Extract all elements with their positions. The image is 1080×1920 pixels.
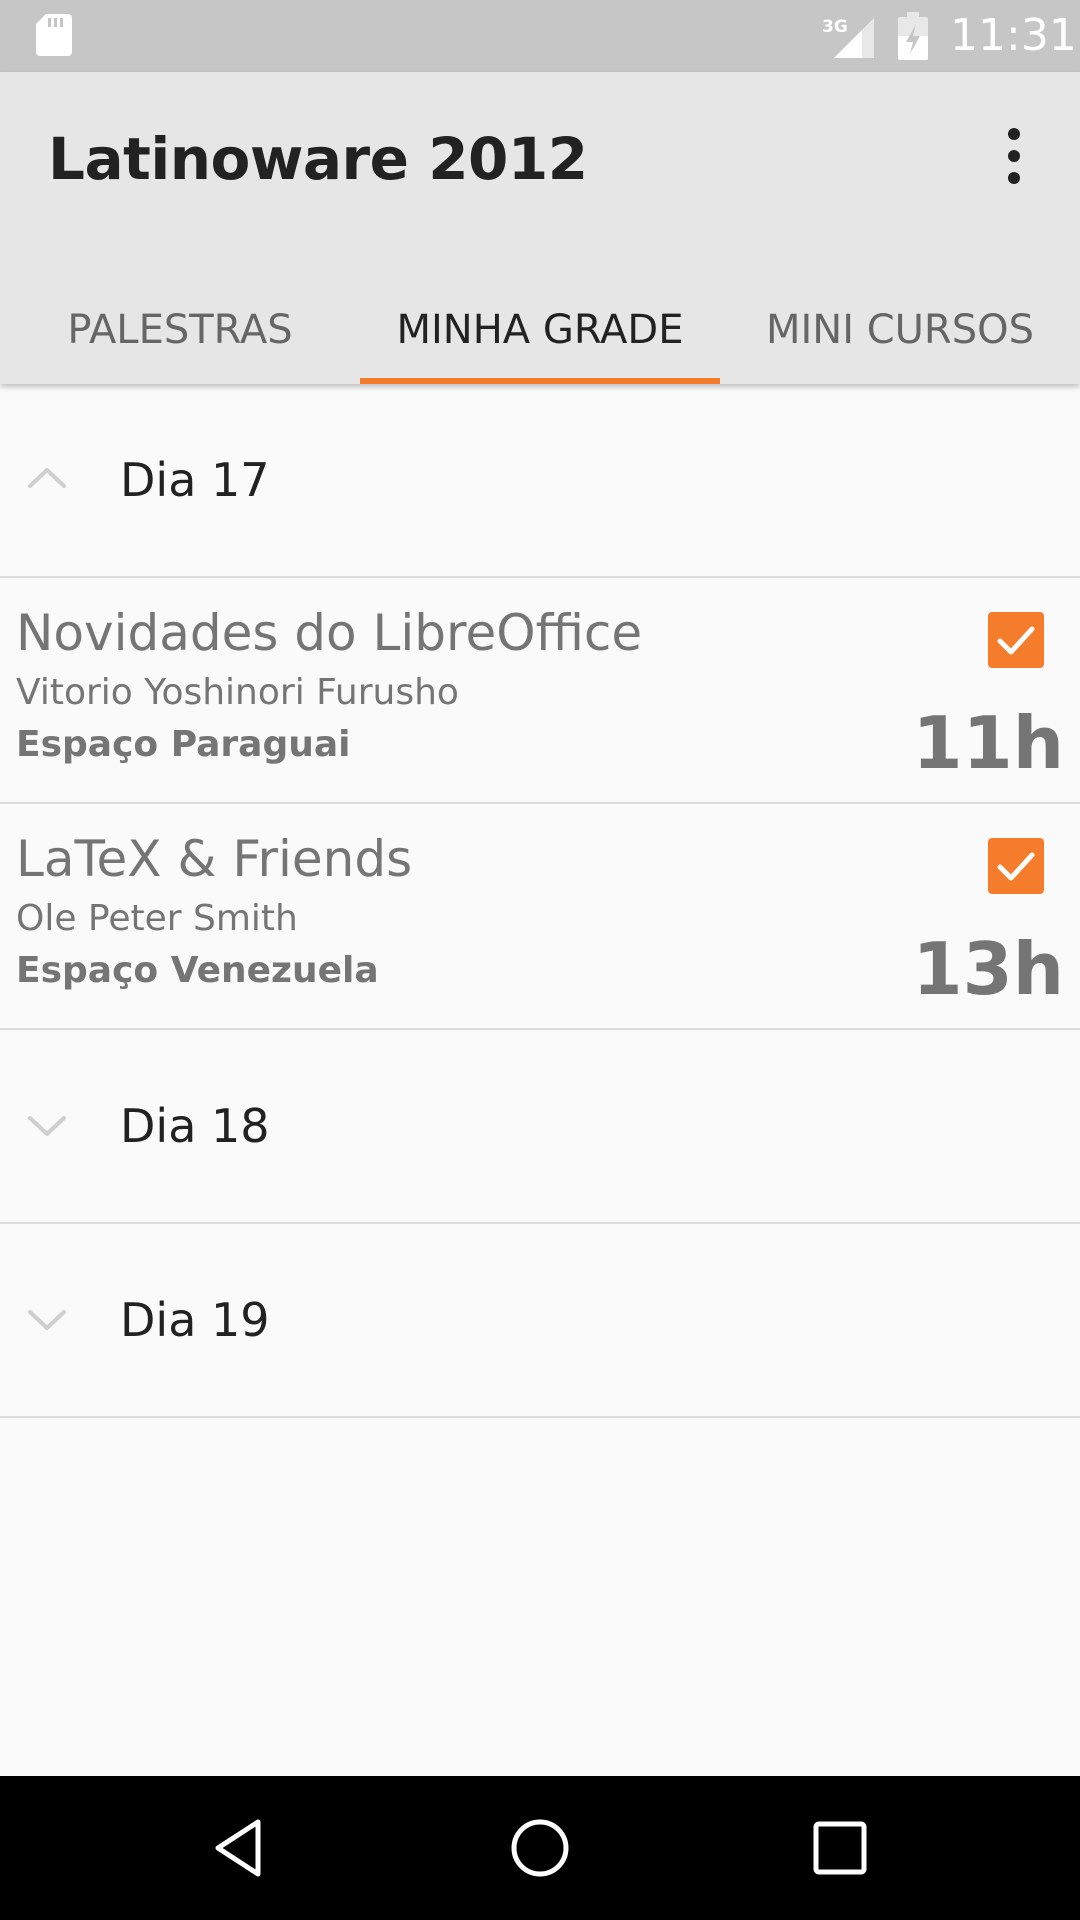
talk-time: 13h [912,927,1064,1011]
talk-title: Novidades do LibreOffice [16,604,643,662]
group-header-dia-17[interactable]: Dia 17 [0,384,1080,578]
tab-minha-grade[interactable]: MINHA GRADE [360,282,720,384]
navigation-bar [0,1776,1080,1920]
group-header-dia-19[interactable]: Dia 19 [0,1224,1080,1418]
group-header-dia-18[interactable]: Dia 18 [0,1030,1080,1224]
checkmark-icon [997,852,1035,881]
talk-title: LaTeX & Friends [16,830,413,888]
chevron-down-icon [28,1116,66,1136]
talk-row[interactable]: Novidades do LibreOffice Vitorio Yoshino… [0,578,1080,804]
group-label: Dia 17 [120,453,270,507]
talk-room: Espaço Venezuela [16,950,379,991]
signal-icon: 3G [822,17,874,58]
talk-speaker: Ole Peter Smith [16,898,298,939]
home-icon[interactable] [502,1810,578,1886]
talk-speaker: Vitorio Yoshinori Furusho [16,672,459,713]
talk-row[interactable]: LaTeX & Friends Ole Peter Smith Espaço V… [0,804,1080,1030]
svg-text:3G: 3G [822,17,848,37]
talk-room: Espaço Paraguai [16,724,351,765]
chevron-up-icon [28,468,66,488]
back-icon[interactable] [202,1810,278,1886]
more-vert-icon[interactable] [990,124,1038,188]
talk-time: 11h [912,701,1064,785]
recents-icon[interactable] [802,1810,878,1886]
status-bar: 3G 11:31 [0,0,1080,72]
sd-card-icon [36,14,72,56]
favorite-checkbox[interactable] [988,838,1044,894]
group-label: Dia 19 [120,1293,270,1347]
schedule-list: Dia 17 Novidades do LibreOffice Vitorio … [0,384,1080,1418]
tab-mini-cursos[interactable]: MINI CURSOS [720,282,1080,384]
favorite-checkbox[interactable] [988,612,1044,668]
tab-bar: PALESTRAS MINHA GRADE MINI CURSOS [0,282,1080,384]
group-label: Dia 18 [120,1099,270,1153]
app-bar: Latinoware 2012 PALESTRAS MINHA GRADE MI… [0,72,1080,384]
checkmark-icon [997,626,1035,655]
app-title: Latinoware 2012 [48,125,588,193]
battery-icon [898,12,928,60]
status-time: 11:31 [950,10,1077,61]
chevron-down-icon [28,1310,66,1330]
tab-palestras[interactable]: PALESTRAS [0,282,360,384]
tab-indicator [360,378,720,384]
